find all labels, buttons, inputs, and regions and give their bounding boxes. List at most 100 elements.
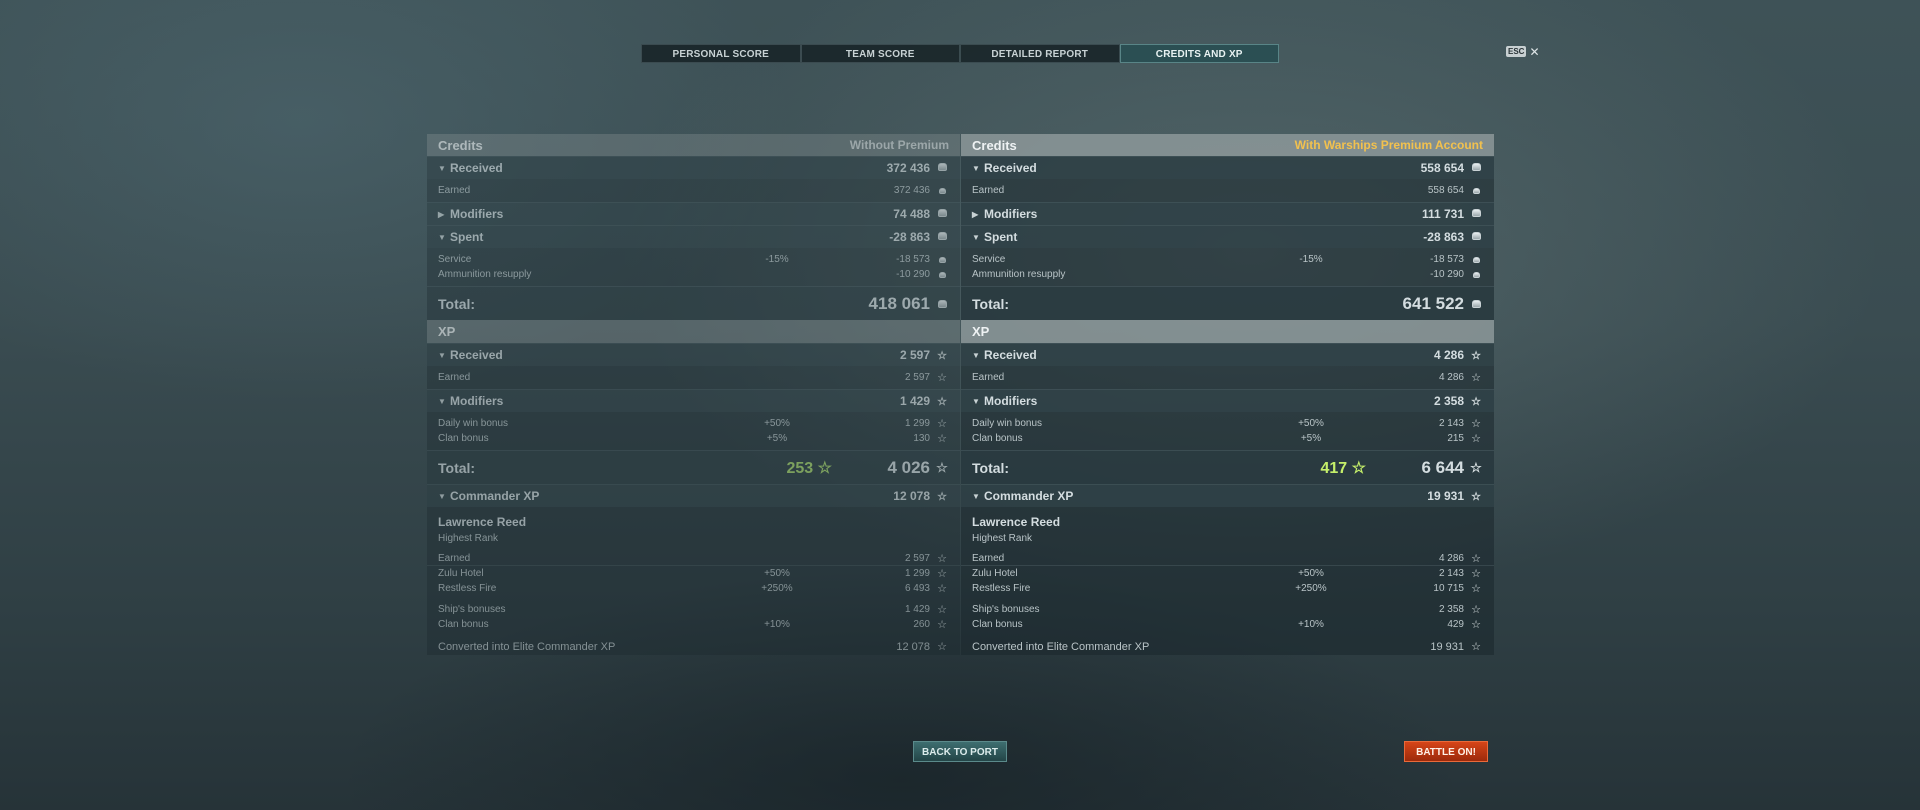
- row-label: Clan bonus: [438, 433, 489, 444]
- row-label: Earned: [972, 372, 1005, 383]
- credits-modifiers-row[interactable]: ▶ Modifiers 111 731: [961, 202, 1494, 225]
- row-value: -18 573: [896, 254, 930, 265]
- row-value: 2 143: [1438, 568, 1464, 579]
- xp-header: XP: [427, 320, 960, 343]
- collapse-arrow-icon: ▼: [438, 396, 446, 406]
- credits-icon: [936, 185, 948, 197]
- row-label: Commander XP: [984, 489, 1074, 503]
- row-label: Restless Fire: [438, 583, 497, 594]
- row-label: Commander XP: [450, 489, 540, 503]
- row-value: 4 286: [1433, 348, 1464, 362]
- row-label: Earned: [438, 552, 471, 564]
- close-button[interactable]: ESC ✕: [1506, 46, 1540, 58]
- credits-modifiers-row[interactable]: ▶ Modifiers 74 488: [427, 202, 960, 225]
- row-value: 4 286: [1438, 372, 1464, 383]
- tab-team-score[interactable]: TEAM SCORE: [800, 44, 960, 63]
- total-label: Total:: [438, 295, 476, 312]
- total-value: 641 522: [1402, 293, 1464, 313]
- row-percent: +10%: [764, 619, 790, 630]
- commander-xp-row[interactable]: ▼ Commander XP 12 078 ☆: [427, 484, 960, 507]
- xp-star-icon: ☆: [1471, 418, 1481, 430]
- row-percent: -15%: [765, 254, 789, 265]
- row-label: Modifiers: [450, 394, 504, 408]
- total-value: 418 061: [868, 293, 930, 313]
- tab-detailed-report[interactable]: DETAILED REPORT: [960, 44, 1120, 63]
- xp-earned-row: Earned 2 597 ☆: [427, 370, 960, 385]
- row-label: Modifiers: [984, 394, 1038, 408]
- total-value: 6 644: [1421, 457, 1464, 477]
- clan-bonus-row: Clan bonus +5% 215 ☆: [961, 431, 1494, 446]
- row-label: Received: [450, 161, 503, 175]
- row-label: Converted into Elite Commander XP: [438, 640, 616, 653]
- battle-on-button[interactable]: BATTLE ON!: [1404, 741, 1488, 762]
- elite-xp-row: Converted into Elite Commander XP 12 078…: [427, 638, 960, 655]
- row-label: Received: [450, 348, 503, 362]
- daily-win-row: Daily win bonus +50% 1 299 ☆: [427, 416, 960, 431]
- row-label: Earned: [972, 552, 1005, 564]
- credits-earned-row: Earned 558 654: [961, 183, 1494, 198]
- zulu-hotel-row: Zulu Hotel +50% 1 299 ☆: [427, 566, 960, 581]
- credits-icon: [936, 162, 948, 174]
- xp-star-icon: ☆: [937, 552, 947, 565]
- result-tabs: PERSONAL SCORE TEAM SCORE DETAILED REPOR…: [641, 44, 1279, 63]
- back-to-port-button[interactable]: BACK TO PORT: [913, 741, 1007, 762]
- credits-received-row[interactable]: ▼ Received 558 654: [961, 156, 1494, 179]
- xp-star-icon: ☆: [937, 372, 947, 384]
- service-row: Service -15% -18 573: [427, 252, 960, 267]
- xp-title: XP: [438, 324, 456, 339]
- row-percent: +50%: [1298, 418, 1324, 429]
- xp-modifiers-row[interactable]: ▼ Modifiers 1 429 ☆: [427, 389, 960, 412]
- elite-commander-xp-icon: ☆: [1471, 641, 1481, 653]
- credits-icon: [1470, 269, 1482, 281]
- expand-arrow-icon: ▶: [972, 209, 979, 219]
- daily-win-row: Daily win bonus +50% 2 143 ☆: [961, 416, 1494, 431]
- total-value: 4 026: [887, 457, 930, 477]
- total-label: Total:: [972, 295, 1010, 312]
- credits-received-row[interactable]: ▼ Received 372 436: [427, 156, 960, 179]
- row-label: Earned: [438, 372, 471, 383]
- row-value: 372 436: [893, 185, 930, 196]
- row-label: Service: [438, 254, 472, 265]
- row-percent: +250%: [1295, 583, 1327, 594]
- row-value: 2 597: [899, 348, 930, 362]
- credits-icon: [1470, 296, 1482, 311]
- credits-total-row: Total: 418 061: [427, 286, 960, 320]
- row-value: 6 493: [904, 583, 930, 594]
- xp-star-icon: ☆: [1471, 349, 1481, 362]
- row-value: -10 290: [1430, 269, 1464, 280]
- row-value: 2 597: [904, 372, 930, 383]
- xp-header: XP: [961, 320, 1494, 343]
- row-value: 558 654: [1420, 161, 1464, 175]
- credits-header: Credits Without Premium: [427, 134, 960, 156]
- commander-name: Lawrence Reed: [427, 507, 960, 529]
- xp-star-icon: ☆: [937, 418, 947, 430]
- xp-star-icon: ☆: [937, 395, 947, 408]
- tab-personal-score[interactable]: PERSONAL SCORE: [641, 44, 801, 63]
- xp-star-icon: ☆: [1471, 583, 1481, 595]
- tab-credits-and-xp[interactable]: CREDITS AND XP: [1119, 44, 1279, 63]
- row-value: 215: [1447, 433, 1464, 444]
- clan-bonus-row: Clan bonus +5% 130 ☆: [427, 431, 960, 446]
- free-xp-value: 417 ☆: [1320, 459, 1367, 477]
- credits-spent-row[interactable]: ▼ Spent -28 863: [427, 225, 960, 248]
- commander-rank: Highest Rank: [427, 529, 960, 547]
- xp-received-row[interactable]: ▼ Received 2 597 ☆: [427, 343, 960, 366]
- account-mode: Without Premium: [849, 138, 949, 152]
- credits-icon: [936, 208, 948, 220]
- xp-received-row[interactable]: ▼ Received 4 286 ☆: [961, 343, 1494, 366]
- credits-earned-row: Earned 372 436: [427, 183, 960, 198]
- xp-star-icon: ☆: [1471, 619, 1481, 631]
- row-value: 372 436: [886, 161, 930, 175]
- xp-total-row: Total: 417 ☆ 6 644 ☆: [961, 450, 1494, 484]
- credits-total-row: Total: 641 522: [961, 286, 1494, 320]
- credits-spent-row[interactable]: ▼ Spent -28 863: [961, 225, 1494, 248]
- row-label: Ship's bonuses: [972, 604, 1040, 615]
- total-label: Total:: [438, 459, 476, 476]
- account-mode: With Warships Premium Account: [1294, 138, 1483, 152]
- ship-bonuses-row: Ship's bonuses 1 429 ☆: [427, 602, 960, 617]
- commander-xp-row[interactable]: ▼ Commander XP 19 931 ☆: [961, 484, 1494, 507]
- row-percent: +50%: [764, 418, 790, 429]
- xp-modifiers-row[interactable]: ▼ Modifiers 2 358 ☆: [961, 389, 1494, 412]
- row-value: -18 573: [1430, 254, 1464, 265]
- xp-title: XP: [972, 324, 990, 339]
